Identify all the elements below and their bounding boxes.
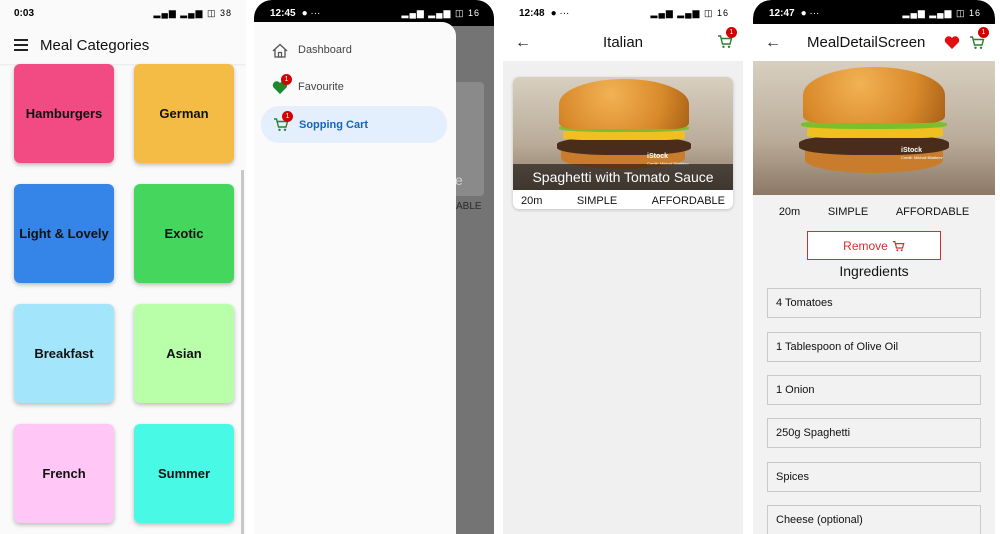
status-time: 12:45 [270,7,296,19]
status-icons: ▂▄▆ ▂▄▆ ◫ 38 [153,7,232,18]
meal-title: Spaghetti with Tomato Sauce [532,169,714,185]
page-title: MealDetailScreen [807,34,926,51]
drawer-item-favourite[interactable]: 1 Favourite [260,71,446,103]
status-icons: ▂▄▆ ▂▄▆ ◫ 16 [902,7,981,18]
scrollbar[interactable] [241,170,244,534]
favourite-heart-icon[interactable] [944,35,960,50]
drawer-item-label: Dashboard [298,44,352,56]
photo-credit-text: Credit: Mikhail Bilalteev [901,155,943,160]
notification-icons: ● ··· [800,7,820,19]
remove-from-cart-button[interactable]: Remove [807,231,941,260]
meal-card[interactable]: iStock Credit: Mikhail Bilalteev Spaghet… [513,77,733,209]
drawer-item-label: Sopping Cart [299,118,369,131]
cart-count-badge: 1 [978,27,989,38]
page-title: Meal Categories [40,36,150,54]
drawer-item-shopping-cart[interactable]: 1 Sopping Cart [261,106,447,143]
category-tile-light-lovely[interactable]: Light & Lovely [14,184,114,283]
status-icons: ▂▄▆ ▂▄▆ ◫ 16 [401,7,480,18]
drawer-item-label: Favourite [298,81,344,93]
app-bar: Meal Categories [0,26,246,64]
status-bar: 0:03 ▂▄▆ ▂▄▆ ◫ 38 [0,0,246,26]
meal-complexity: SIMPLE [576,195,618,207]
meal-info-row: 20m SIMPLE AFFORDABLE [513,190,733,207]
back-arrow-icon[interactable]: ← [515,34,531,52]
screen-drawer: 12:45 ● ··· ▂▄▆ ▂▄▆ ◫ 16 ce ABLE Dashboa… [254,0,494,534]
ingredient-item: 250g Spaghetti [767,418,981,448]
notification-icons: ● ··· [550,7,570,19]
meal-image: iStock Credit: Mikhail Bilalteev Spaghet… [513,77,733,190]
category-label: Asian [166,346,202,361]
app-bar: ← Italian 1 [503,24,743,61]
ingredient-item: 1 Tablespoon of Olive Oil [767,332,981,362]
favourite-count-badge: 1 [281,73,292,85]
heart-icon-wrap: 1 [272,73,292,95]
remove-button-label: Remove [843,238,888,253]
cart-count-badge: 1 [282,111,293,122]
meal-duration: 20m [778,206,801,218]
category-tile-exotic[interactable]: Exotic [134,184,234,283]
ingredient-item: 4 Tomatoes [767,288,981,318]
category-tile-german[interactable]: German [134,64,234,163]
cart-count-badge: 1 [726,27,737,38]
ingredient-item: Cheese (optional) [767,505,981,534]
category-label: Summer [157,466,211,481]
category-tile-summer[interactable]: Summer [134,424,234,523]
meal-title-overlay: Spaghetti with Tomato Sauce [513,164,733,190]
meal-detail-image: iStock Credit: Mikhail Bilalteev [753,61,995,195]
background-info-text: ABLE [456,201,482,212]
watermark-text: iStock [647,153,669,160]
drawer-item-dashboard[interactable]: Dashboard [260,34,446,66]
status-bar: 12:48 ● ··· ▂▄▆ ▂▄▆ ◫ 16 [503,0,743,26]
status-bar: 12:47 ● ··· ▂▄▆ ▂▄▆ ◫ 16 [753,0,995,26]
category-tile-french[interactable]: French [14,424,114,523]
cart-icon-wrap: 1 [273,111,293,132]
meal-affordability: AFFORDABLE [895,206,970,218]
back-arrow-icon[interactable]: ← [765,34,781,52]
screen-meal-detail: 12:47 ● ··· ▂▄▆ ▂▄▆ ◫ 16 ← MealDetailScr… [753,0,995,534]
cart-icon [892,240,905,251]
ingredient-item: 1 Onion [767,375,981,405]
category-label: Exotic [164,226,204,241]
ingredients-heading: Ingredients [839,263,909,279]
home-icon [272,43,288,58]
page-title: Italian [602,34,644,51]
meal-complexity: SIMPLE [827,206,869,218]
meal-duration: 20m [521,195,543,207]
category-label: Breakfast [34,346,94,361]
screen-meal-categories: 0:03 ▂▄▆ ▂▄▆ ◫ 38 Meal Categories Hambur… [0,0,246,534]
notification-icons: ● ··· [301,7,321,19]
category-label: French [42,466,86,481]
category-tile-breakfast[interactable]: Breakfast [14,304,114,403]
category-tile-hamburgers[interactable]: Hamburgers [14,64,114,163]
app-bar: ← MealDetailScreen 1 [753,24,995,61]
category-label: Light & Lovely [19,226,109,241]
category-label: Hamburgers [25,106,103,121]
cart-button[interactable]: 1 [717,27,737,49]
status-time: 12:47 [769,7,795,19]
category-label: German [159,106,209,121]
meal-info-row: 20m SIMPLE AFFORDABLE [753,206,995,218]
ingredient-item: Spices [767,462,981,492]
menu-icon[interactable] [14,39,28,51]
watermark-text: iStock [901,147,923,154]
category-tile-asian[interactable]: Asian [134,304,234,403]
navigation-drawer: Dashboard 1 Favourite 1 Sopping Cart [254,22,456,534]
status-icons: ▂▄▆ ▂▄▆ ◫ 16 [650,7,729,18]
status-time: 12:48 [519,7,545,19]
screen-category-meals: 12:48 ● ··· ▂▄▆ ▂▄▆ ◫ 16 ← Italian 1 iSt… [503,0,743,534]
cart-button[interactable]: 1 [969,27,989,50]
status-time: 0:03 [14,7,35,19]
meal-affordability: AFFORDABLE [651,195,725,207]
